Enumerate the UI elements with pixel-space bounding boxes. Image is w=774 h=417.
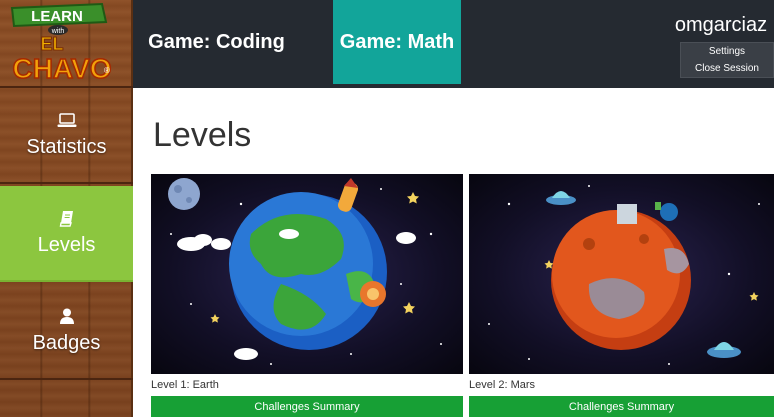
level-card-mars: Level 2: Mars Challenges Summary <box>469 174 774 417</box>
mars-planet-illustration <box>488 185 760 365</box>
level-title: Level 1: Earth <box>151 379 219 391</box>
svg-text:CHAVO: CHAVO <box>12 53 111 84</box>
settings-link[interactable]: Settings <box>681 43 773 60</box>
level-title: Level 2: Mars <box>469 379 536 391</box>
sidebar-item-label: Statistics <box>26 135 107 158</box>
sidebar-item-label: Badges <box>32 331 101 354</box>
user-menu: Settings Close Session <box>680 42 774 78</box>
book-icon <box>56 210 78 228</box>
person-icon <box>56 308 78 326</box>
sidebar: LEARN with EL CHAVO ® Statistics Levels … <box>0 0 133 417</box>
challenges-summary-button[interactable]: Challenges Summary <box>469 396 774 417</box>
main-content: Levels Level 1: Earth Challenges Summary… <box>133 88 774 417</box>
level-card-earth: Level 1: Earth Challenges Summary <box>151 174 463 417</box>
svg-text:®: ® <box>104 66 110 75</box>
tab-game-math[interactable]: Game: Math <box>333 0 461 84</box>
level-image-mars[interactable] <box>469 174 774 374</box>
laptop-icon <box>56 112 78 130</box>
page-title: Levels <box>153 116 252 154</box>
level-image-earth[interactable] <box>151 174 463 374</box>
top-header: Game: Coding Game: Math omgarciaz Settin… <box>133 0 774 88</box>
sidebar-item-label: Levels <box>37 233 96 256</box>
close-session-link[interactable]: Close Session <box>681 60 773 77</box>
el-chavo-logo: LEARN with EL CHAVO ® <box>10 2 112 85</box>
sidebar-item-statistics[interactable]: Statistics <box>0 88 133 184</box>
app-logo[interactable]: LEARN with EL CHAVO ® <box>0 0 133 88</box>
tab-game-coding[interactable]: Game: Coding <box>133 0 300 84</box>
username[interactable]: omgarciaz <box>674 14 768 37</box>
earth-planet-illustration <box>168 178 442 365</box>
sidebar-item-badges[interactable]: Badges <box>0 284 133 380</box>
svg-text:LEARN: LEARN <box>31 8 83 25</box>
challenges-summary-button[interactable]: Challenges Summary <box>151 396 463 417</box>
svg-text:EL: EL <box>40 34 63 54</box>
sidebar-item-levels[interactable]: Levels <box>0 186 133 282</box>
